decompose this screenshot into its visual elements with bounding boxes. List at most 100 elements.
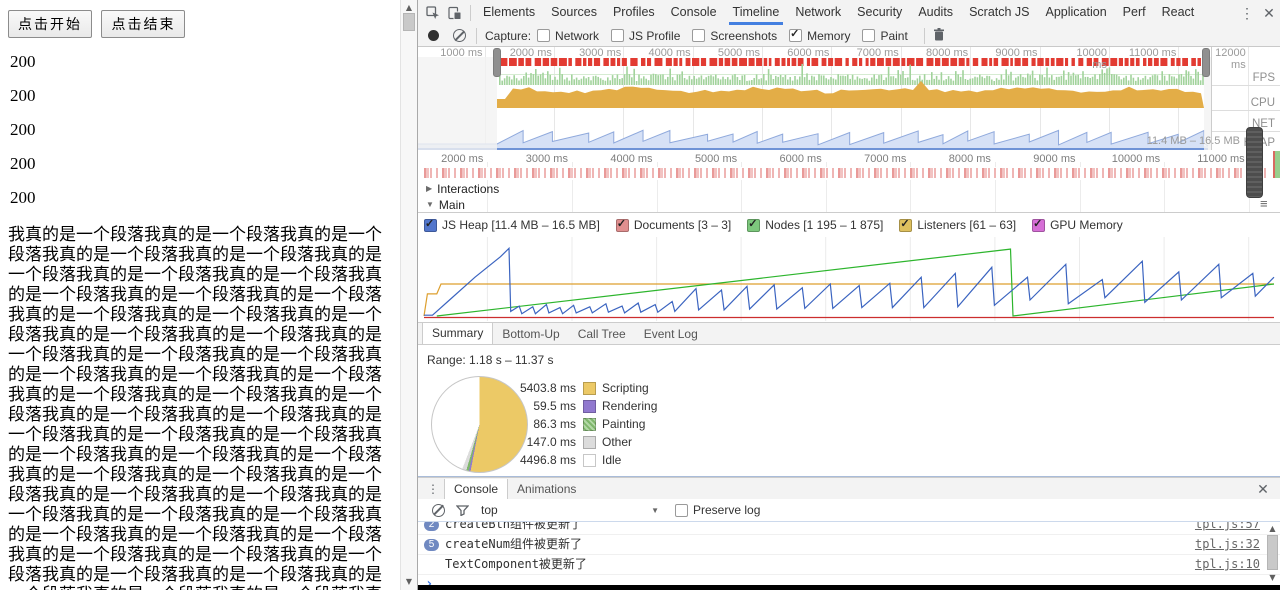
selection-handle-left[interactable] <box>493 48 501 77</box>
colored-checkbox-icon[interactable] <box>616 219 629 232</box>
close-devtools-icon[interactable]: ✕ <box>1258 3 1280 23</box>
source-link[interactable]: tpl.js:32 <box>1195 535 1260 554</box>
message-text: createNum组件被更新了 <box>445 535 1195 554</box>
capture-checkboxes: Network JS Profile Screenshots Memory Paint <box>537 29 920 43</box>
legend-swatch-icon <box>583 454 596 467</box>
overview-ruler-tick-label: 4000 ms <box>643 47 691 59</box>
ruler-tick <box>657 162 658 167</box>
source-link[interactable]: tpl.js:57 <box>1195 522 1260 534</box>
timeline-overview[interactable]: 1000 ms2000 ms3000 ms4000 ms5000 ms6000 … <box>418 47 1280 150</box>
console-scrollbar-thumb[interactable] <box>1267 535 1278 570</box>
console-messages[interactable]: 2createBtn组件被更新了tpl.js:575createNum组件被更新… <box>418 522 1280 585</box>
detail-tab-call-tree[interactable]: Call Tree <box>569 324 635 344</box>
close-drawer-icon[interactable]: ✕ <box>1252 479 1274 499</box>
status-number-list: 200200200200200 <box>8 52 400 208</box>
preserve-log-label: Preserve log <box>693 503 760 517</box>
devtools-tab-react[interactable]: React <box>1154 0 1203 25</box>
section-menu-icon[interactable]: ≡ <box>1260 196 1268 211</box>
checkbox-icon[interactable] <box>611 29 624 42</box>
capture-option-label: JS Profile <box>629 29 680 43</box>
overview-scrollbar-thumb[interactable] <box>1246 127 1263 198</box>
devtools-tab-timeline[interactable]: Timeline <box>725 0 788 25</box>
capture-checkbox-paint[interactable]: Paint <box>862 29 907 43</box>
devtools-tab-security[interactable]: Security <box>849 0 910 25</box>
ruler-tick-label: 6000 ms <box>764 153 822 165</box>
colored-checkbox-icon[interactable] <box>424 219 437 232</box>
start-button[interactable]: 点击开始 <box>8 10 92 38</box>
record-icon[interactable] <box>428 30 439 41</box>
checkbox-icon[interactable] <box>789 29 802 42</box>
counter-legend-js-heap[interactable]: JS Heap [11.4 MB – 16.5 MB] <box>424 218 600 232</box>
devtools-tab-profiles[interactable]: Profiles <box>605 0 663 25</box>
overview-shade-left <box>418 57 497 150</box>
capture-checkbox-network[interactable]: Network <box>537 29 599 43</box>
filter-icon[interactable] <box>451 500 473 520</box>
execution-context-selector[interactable]: top ▼ <box>481 503 659 517</box>
more-menu-icon[interactable]: ⋮ <box>1236 3 1258 23</box>
colored-checkbox-icon[interactable] <box>1032 219 1045 232</box>
overview-ruler-tick-label: 2000 ms <box>504 47 552 59</box>
devtools-tab-application[interactable]: Application <box>1038 0 1115 25</box>
memory-counters-chart[interactable] <box>418 237 1280 323</box>
checkbox-icon[interactable] <box>675 504 688 517</box>
preserve-log-checkbox[interactable]: Preserve log <box>675 503 760 517</box>
capture-checkbox-js-profile[interactable]: JS Profile <box>611 29 680 43</box>
capture-option-label: Paint <box>880 29 907 43</box>
checkbox-icon[interactable] <box>862 29 875 42</box>
expanded-triangle-icon[interactable]: ▼ <box>426 200 434 209</box>
drawer-tab-animations[interactable]: Animations <box>508 479 585 500</box>
summary-legend: 5403.8 msScripting59.5 msRendering86.3 m… <box>490 379 657 469</box>
capture-label: Capture: <box>485 29 531 43</box>
summary-row-idle: 4496.8 msIdle <box>490 451 657 469</box>
counter-legend-nodes[interactable]: Nodes [1 195 – 1 875] <box>747 218 883 232</box>
capture-checkbox-memory[interactable]: Memory <box>789 29 850 43</box>
checkbox-icon[interactable] <box>537 29 550 42</box>
collapsed-triangle-icon[interactable]: ▶ <box>426 184 432 193</box>
end-button[interactable]: 点击结束 <box>101 10 185 38</box>
source-link[interactable]: tpl.js:10 <box>1195 555 1260 574</box>
scroll-down-arrow-icon[interactable]: ▼ <box>1265 572 1280 584</box>
console-scrollbar[interactable]: ▲ ▼ <box>1265 522 1280 585</box>
page-scrollbar-thumb[interactable] <box>403 13 415 31</box>
detail-tab-bottom-up[interactable]: Bottom-Up <box>493 324 568 344</box>
device-toolbar-icon[interactable] <box>444 3 466 23</box>
capture-checkbox-screenshots[interactable]: Screenshots <box>692 29 777 43</box>
ruler-tick-label: 2000 ms <box>425 153 483 165</box>
counter-legend-gpu-memory[interactable]: GPU Memory <box>1032 218 1123 232</box>
interactions-section-header[interactable]: ▶ Interactions <box>418 181 1280 196</box>
counter-legend-documents[interactable]: Documents [3 – 3] <box>616 218 731 232</box>
drawer-tab-console[interactable]: Console <box>444 479 508 500</box>
devtools-tab-console[interactable]: Console <box>663 0 725 25</box>
devtools-tab-network[interactable]: Network <box>787 0 849 25</box>
scroll-up-arrow-icon[interactable]: ▲ <box>1265 523 1280 535</box>
main-section-header[interactable]: ▼ Main <box>418 197 1280 212</box>
ruler-tick <box>910 162 911 167</box>
inspect-element-icon[interactable] <box>422 3 444 23</box>
detail-tab-summary[interactable]: Summary <box>422 322 493 344</box>
colored-checkbox-icon[interactable] <box>899 219 912 232</box>
drawer-menu-icon[interactable]: ⋮ <box>422 479 444 499</box>
devtools-tab-sources[interactable]: Sources <box>543 0 605 25</box>
clear-recording-icon[interactable] <box>453 29 466 42</box>
devtools-tab-audits[interactable]: Audits <box>910 0 961 25</box>
capture-option-label: Network <box>555 29 599 43</box>
devtools-tab-perf[interactable]: Perf <box>1115 0 1154 25</box>
counter-legend: JS Heap [11.4 MB – 16.5 MB] Documents [3 … <box>418 214 1280 236</box>
detail-tab-event-log[interactable]: Event Log <box>635 324 707 344</box>
trash-icon[interactable] <box>933 28 945 44</box>
overview-ruler-tick-label: 8000 ms <box>920 47 968 59</box>
devtools-tab-scratch-js[interactable]: Scratch JS <box>961 0 1037 25</box>
console-prompt[interactable]: › <box>418 575 1280 585</box>
separator <box>470 5 471 21</box>
selection-handle-right[interactable] <box>1202 48 1210 77</box>
colored-checkbox-icon[interactable] <box>747 219 760 232</box>
section-divider <box>418 212 1280 213</box>
counter-legend-listeners[interactable]: Listeners [61 – 63] <box>899 218 1016 232</box>
separator <box>924 28 925 44</box>
devtools-tab-elements[interactable]: Elements <box>475 0 543 25</box>
checkbox-icon[interactable] <box>692 29 705 42</box>
scroll-down-arrow-icon[interactable]: ▼ <box>401 576 417 588</box>
page-scrollbar[interactable]: ▲ ▼ <box>400 0 417 590</box>
clear-console-icon[interactable] <box>432 504 445 517</box>
bottom-bar <box>418 585 1280 590</box>
